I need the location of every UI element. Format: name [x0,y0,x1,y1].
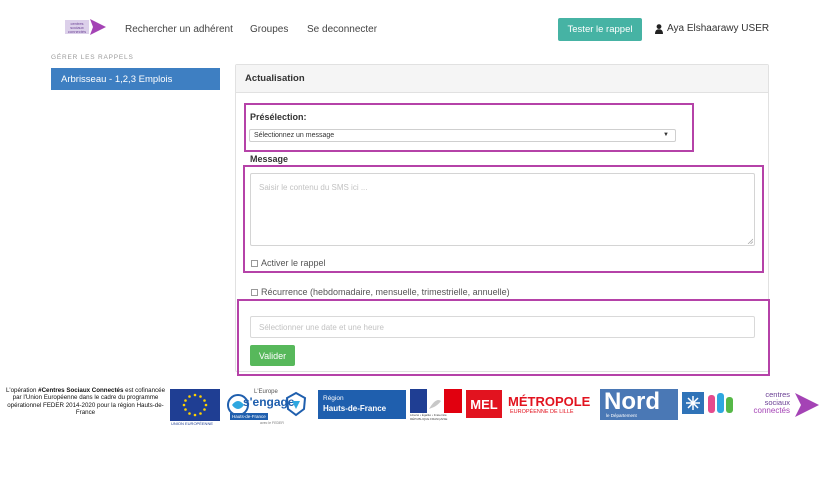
europe-engage-logo: L'Europe s'engage Hauts-de-France avec l… [226,389,295,429]
engage-sub: Hauts-de-France [230,413,268,420]
eu-flag-logo: UNION EUROPÉENNE [170,389,220,428]
csc-line1: centres [765,390,790,399]
recurrence-checkbox[interactable]: Récurrence (hebdomadaire, mensuelle, tri… [251,287,510,297]
engage-small: avec le FEDER [260,421,284,425]
panel-title: Actualisation [236,65,768,93]
sidebar-item-arbrisseau[interactable]: Arbrisseau - 1,2,3 Emplois [51,68,220,90]
region-line1: Région [323,395,344,402]
csc-line3: connectés [753,406,790,415]
highlight-box-date [237,299,770,376]
centres-sociaux-connectes-logo: centres sociaux connectés [742,388,820,422]
message-label: Message [250,154,289,164]
user-menu[interactable]: Aya Elshaarawy USER [655,23,769,34]
nav-logout[interactable]: Se deconnecter [307,24,377,35]
region-line2: Hauts-de-France [323,404,387,413]
republique-francaise-logo: Liberté • Égalité • Fraternité RÉPUBLIQU… [410,389,462,425]
metropole-sub: EUROPÉENNE DE LILLE [510,409,574,415]
mel-text: MEL [470,396,498,412]
mel-logo: MEL [466,390,502,418]
caf-logo [682,392,704,414]
checkbox-icon [251,288,258,296]
eu-caption: UNION EUROPÉENNE [171,421,214,426]
legal-bold: #Centres Sociaux Connectés [38,387,124,394]
highlight-box-preselection [244,103,694,152]
partner-figures-logo [708,393,738,419]
region-emblem-icon [284,391,308,417]
svg-text:connectés: connectés [68,29,86,34]
nord-text: Nord [604,388,660,415]
region-hdf-logo: Région Hauts-de-France [318,390,406,419]
republique-text: Liberté • Égalité • Fraternité RÉPUBLIQU… [410,413,448,421]
user-icon [655,23,663,34]
user-name: Aya Elshaarawy USER [667,23,770,34]
metropole-text: MÉTROPOLE [508,394,591,409]
arrow-play-icon [795,393,819,417]
recurrence-label: Récurrence (hebdomadaire, mensuelle, tri… [261,287,510,297]
nav-groups[interactable]: Groupes [250,24,288,35]
legal-notice: L'opération #Centres Sociaux Connectés e… [3,387,168,417]
nav-search-member[interactable]: Rechercher un adhérent [125,24,233,35]
nord-sub: le Département [606,413,637,418]
legal-prefix: L'opération [5,387,39,394]
sidebar-title: GÉRER LES RAPPELS [51,54,134,61]
test-reminder-button[interactable]: Tester le rappel [558,18,642,41]
highlight-box-message [243,165,764,273]
metropole-lille-logo: MÉTROPOLE EUROPÉENNE DE LILLE [506,392,596,420]
brand-logo[interactable]: centres sociaux connectés [63,16,109,38]
nord-departement-logo: Nord le Département [600,388,678,420]
csc-line2: sociaux [764,398,790,407]
